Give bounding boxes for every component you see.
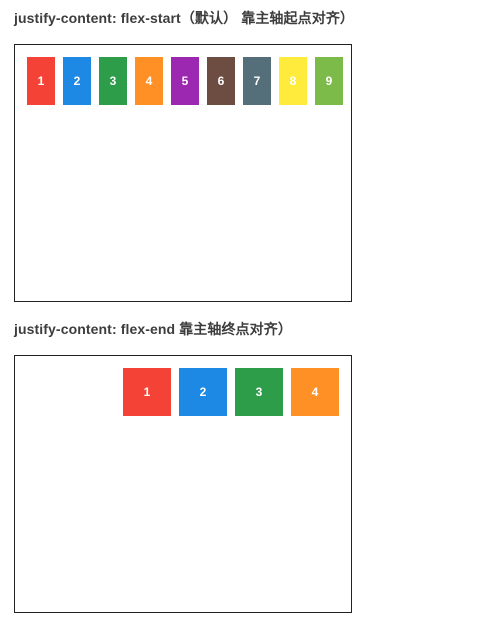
flex-item-2: 2 xyxy=(179,368,227,416)
section-title-flex-start: justify-content: flex-start（默认） 靠主轴起点对齐） xyxy=(14,10,355,26)
flex-start-row: 1 2 3 4 5 6 7 8 9 xyxy=(27,57,343,105)
flex-item-1: 1 xyxy=(123,368,171,416)
flex-item-4: 4 xyxy=(291,368,339,416)
flex-item-7: 7 xyxy=(243,57,271,105)
flex-end-row: 1 2 3 4 xyxy=(27,368,339,416)
flex-item-3: 3 xyxy=(99,57,127,105)
flex-item-8: 8 xyxy=(279,57,307,105)
flex-end-demo-container: 1 2 3 4 xyxy=(14,355,352,613)
flex-item-2: 2 xyxy=(63,57,91,105)
flex-item-3: 3 xyxy=(235,368,283,416)
flex-item-4: 4 xyxy=(135,57,163,105)
flex-item-9: 9 xyxy=(315,57,343,105)
flex-item-6: 6 xyxy=(207,57,235,105)
section-title-flex-end: justify-content: flex-end 靠主轴终点对齐） xyxy=(14,321,292,337)
flex-start-demo-container: 1 2 3 4 5 6 7 8 9 xyxy=(14,44,352,302)
flex-item-1: 1 xyxy=(27,57,55,105)
flex-item-5: 5 xyxy=(171,57,199,105)
